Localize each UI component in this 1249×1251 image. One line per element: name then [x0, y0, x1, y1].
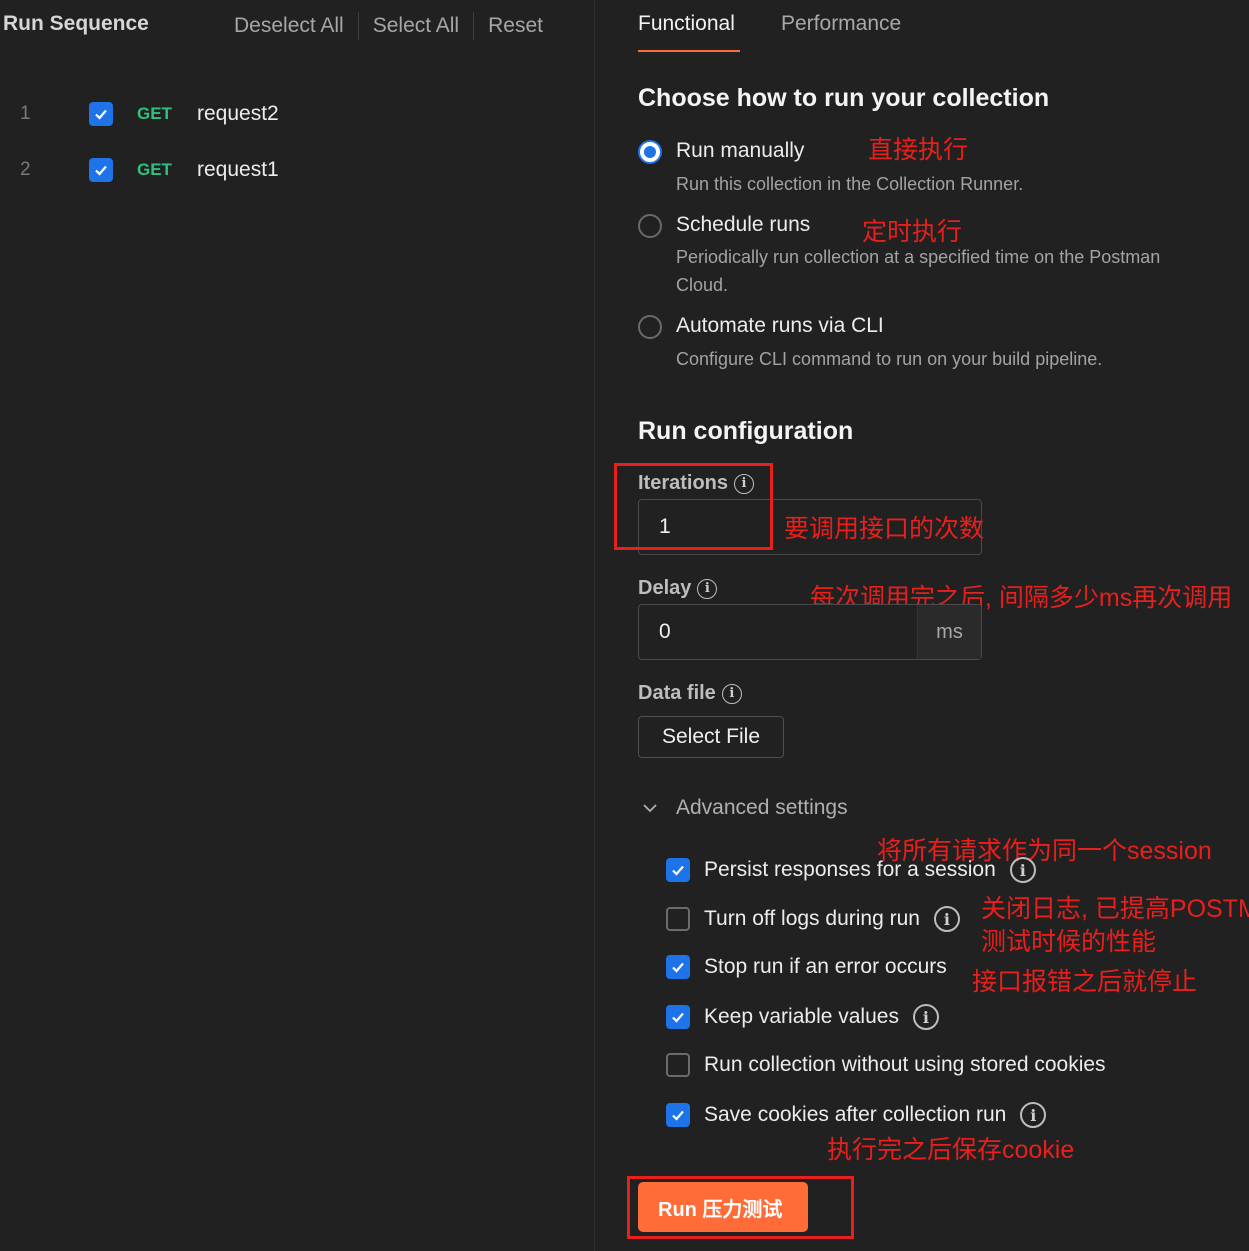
automate-cli-radio[interactable] — [638, 315, 662, 339]
setting-turn-off-logs[interactable]: Turn off logs during run i — [666, 906, 960, 932]
keep-variable-values-checkbox[interactable] — [666, 1005, 690, 1029]
save-cookies-label: Save cookies after collection run — [704, 1103, 1007, 1126]
stop-on-error-label: Stop run if an error occurs — [704, 955, 947, 978]
annotation-run-manually: 直接执行 — [868, 136, 969, 164]
tab-functional[interactable]: Functional — [638, 12, 735, 36]
run-configuration-heading: Run configuration — [638, 417, 854, 445]
setting-keep-variable-values[interactable]: Keep variable values i — [666, 1004, 939, 1030]
persist-responses-checkbox[interactable] — [666, 858, 690, 882]
info-icon[interactable]: i — [697, 578, 718, 599]
info-icon[interactable]: i — [933, 906, 960, 932]
schedule-runs-radio[interactable] — [638, 214, 662, 238]
request-index: 1 — [20, 103, 31, 124]
request-method: GET — [137, 104, 172, 123]
annotation-stop-on-error: 接口报错之后就停止 — [972, 968, 1198, 996]
request-name: request2 — [197, 102, 279, 125]
reset-button[interactable]: Reset — [474, 14, 557, 38]
info-icon[interactable]: i — [721, 683, 742, 704]
run-sequence-title: Run Sequence — [3, 12, 149, 35]
annotation-iterations: 要调用接口的次数 — [784, 515, 985, 543]
save-cookies-checkbox[interactable] — [666, 1103, 690, 1127]
schedule-runs-desc: Periodically run collection at a specifi… — [676, 247, 1161, 295]
run-manually-label[interactable]: Run manually — [676, 139, 804, 163]
info-icon[interactable]: i — [1009, 857, 1036, 883]
check-icon — [95, 109, 107, 120]
select-all-button[interactable]: Select All — [359, 14, 473, 38]
delay-label-text: Delay — [638, 577, 692, 599]
deselect-all-button[interactable]: Deselect All — [220, 14, 358, 38]
keep-variable-values-label: Keep variable values — [704, 1005, 899, 1028]
setting-stop-on-error[interactable]: Stop run if an error occurs — [666, 955, 947, 979]
automate-cli-label[interactable]: Automate runs via CLI — [676, 314, 884, 338]
data-file-label: Data file i — [638, 682, 742, 705]
setting-no-stored-cookies[interactable]: Run collection without using stored cook… — [666, 1053, 1106, 1077]
run-manually-radio[interactable] — [638, 140, 662, 164]
run-manually-desc: Run this collection in the Collection Ru… — [676, 174, 1024, 194]
annotation-save-cookies: 执行完之后保存cookie — [827, 1136, 1075, 1164]
automate-cli-desc: Configure CLI command to run on your bui… — [676, 349, 1103, 369]
delay-unit: ms — [917, 605, 981, 659]
request-index: 2 — [20, 159, 31, 180]
run-sequence-panel: Run Sequence Deselect All Select All Res… — [0, 0, 595, 1251]
schedule-runs-label[interactable]: Schedule runs — [676, 213, 810, 237]
check-icon — [672, 962, 684, 973]
advanced-settings-label: Advanced settings — [676, 796, 848, 819]
turn-off-logs-checkbox[interactable] — [666, 907, 690, 931]
request-row[interactable]: 2 GET request1 — [0, 150, 595, 190]
annotation-turn-off-logs: 关闭日志, 已提高POSTM — [981, 895, 1249, 923]
check-icon — [672, 865, 684, 876]
setting-persist-responses[interactable]: Persist responses for a session i — [666, 857, 1036, 883]
request-checkbox[interactable] — [89, 102, 113, 126]
stop-on-error-checkbox[interactable] — [666, 955, 690, 979]
request-method: GET — [137, 160, 172, 179]
request-checkbox[interactable] — [89, 158, 113, 182]
run-button[interactable]: Run 压力测试 — [638, 1182, 808, 1232]
active-tab-indicator — [638, 50, 740, 52]
tab-performance[interactable]: Performance — [781, 12, 901, 36]
no-stored-cookies-checkbox[interactable] — [666, 1053, 690, 1077]
info-icon[interactable]: i — [1020, 1102, 1047, 1128]
annotation-turn-off-logs-2: 测试时候的性能 — [981, 928, 1157, 956]
delay-input[interactable]: 0 ms — [638, 604, 982, 660]
annotation-box-iterations — [614, 463, 773, 550]
check-icon — [672, 1110, 684, 1121]
setting-save-cookies[interactable]: Save cookies after collection run i — [666, 1102, 1047, 1128]
choose-run-heading: Choose how to run your collection — [638, 84, 1050, 112]
runner-config-panel: Functional Performance Choose how to run… — [596, 0, 1249, 1251]
sequence-actions: Deselect All Select All Reset — [220, 12, 557, 40]
check-icon — [95, 165, 107, 176]
request-name: request1 — [197, 158, 279, 181]
chevron-down-icon — [643, 804, 657, 813]
data-file-label-text: Data file — [638, 682, 716, 704]
check-icon — [672, 1012, 684, 1023]
advanced-settings-toggle[interactable]: Advanced settings — [642, 796, 848, 820]
delay-value: 0 — [659, 620, 671, 643]
turn-off-logs-label: Turn off logs during run — [704, 907, 920, 930]
persist-responses-label: Persist responses for a session — [704, 858, 996, 881]
select-file-button[interactable]: Select File — [638, 716, 784, 758]
request-row[interactable]: 1 GET request2 — [0, 94, 595, 134]
delay-label: Delay i — [638, 577, 718, 600]
no-stored-cookies-label: Run collection without using stored cook… — [704, 1053, 1106, 1076]
info-icon[interactable]: i — [912, 1004, 939, 1030]
